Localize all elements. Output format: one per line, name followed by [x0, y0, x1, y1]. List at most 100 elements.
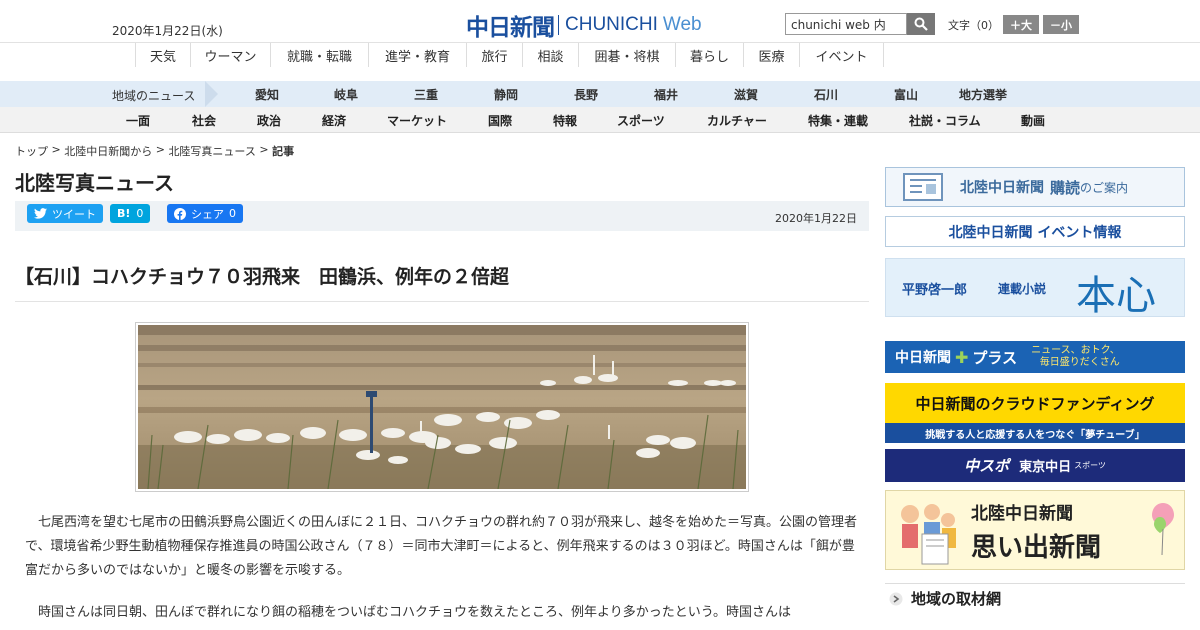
subscription-banner-suffix: のご案内	[1080, 180, 1129, 195]
breadcrumb-link[interactable]: 北陸中日新聞から	[64, 143, 152, 159]
chuspo-tag: スポーツ	[1074, 461, 1106, 470]
breadcrumb-link[interactable]: 北陸写真ニュース	[168, 143, 255, 159]
category-nav-item[interactable]: 特集・連載	[808, 112, 868, 129]
hatena-count: 0	[136, 207, 144, 220]
category-nav-item[interactable]: 社説・コラム	[909, 112, 981, 129]
region-nav-item[interactable]: 長野	[574, 86, 598, 103]
search-icon	[914, 17, 928, 31]
serial-novel-banner[interactable]: 平野啓一郎 連載小説 本心	[885, 258, 1185, 319]
text-size-label: 文字（0）	[948, 19, 999, 32]
category-nav-item[interactable]: 特報	[553, 112, 577, 129]
article-paragraph: 七尾西湾を望む七尾市の田鶴浜野鳥公園近くの田んぼに２１日、コハクチョウの群れ約７…	[25, 515, 858, 578]
service-nav-item[interactable]: イベント	[799, 43, 884, 67]
region-nav-item[interactable]: 滋賀	[734, 86, 758, 103]
hatena-bookmark-button[interactable]: B! 0	[110, 204, 151, 223]
region-nav-item[interactable]: 富山	[894, 86, 918, 103]
facebook-share-label: シェア	[191, 207, 224, 221]
category-nav-item[interactable]: 動画	[1021, 112, 1045, 129]
service-nav-item[interactable]: 囲碁・将棋	[578, 43, 675, 67]
category-nav-item[interactable]: 政治	[257, 112, 281, 129]
region-nav-label: 地域のニュース	[112, 89, 196, 103]
category-nav-item[interactable]: マーケット	[387, 112, 447, 129]
service-nav-item[interactable]: 相談	[522, 43, 578, 67]
site-search	[785, 13, 935, 35]
category-nav-item[interactable]: カルチャー	[707, 112, 767, 129]
service-nav-item[interactable]: 旅行	[466, 43, 522, 67]
crowdfunding-title: 中日新聞のクラウドファンディング	[885, 383, 1185, 423]
logo-japanese: 中日新聞	[466, 14, 555, 41]
region-nav-item[interactable]: 愛知	[255, 86, 279, 103]
category-nav-item[interactable]: スポーツ	[617, 112, 665, 129]
chevron-right-icon	[889, 592, 903, 605]
breadcrumb-current: 記事	[272, 145, 295, 158]
plus-logo: 中日新聞	[895, 350, 951, 366]
plus-name: プラス	[972, 348, 1018, 367]
headline-divider	[15, 301, 869, 302]
plus-tagline-line: ニュース、おトク、	[1031, 345, 1120, 356]
category-nav-item[interactable]: 社会	[192, 112, 216, 129]
chevron-right-icon	[205, 81, 218, 107]
memorial-banner-line1: 北陸中日新聞	[971, 504, 1073, 524]
family-illustration-icon	[901, 504, 956, 565]
novel-series-label: 連載小説	[998, 282, 1047, 296]
text-size-up-button[interactable]: ＋大	[1003, 15, 1039, 34]
hatena-icon: B!	[117, 207, 131, 220]
chunichi-sports-banner[interactable]: 中スポ 東京中日 スポーツ	[885, 449, 1185, 482]
subscription-banner-title: 北陸中日新聞	[960, 180, 1044, 196]
service-nav: 天気 ウーマン 就職・転職 進学・教育 旅行 相談 囲碁・将棋 暮らし 医療 イ…	[0, 42, 1200, 68]
service-nav-item[interactable]: 天気	[135, 43, 190, 67]
tweet-label: ツイート	[52, 207, 96, 221]
memorial-newspaper-banner[interactable]: 北陸中日新聞 思い出新聞	[885, 490, 1185, 570]
breadcrumb-separator: >	[255, 143, 273, 156]
region-nav-item[interactable]: 石川	[814, 86, 838, 103]
text-size-down-button[interactable]: －小	[1043, 15, 1079, 34]
facebook-share-button[interactable]: シェア 0	[167, 204, 243, 223]
event-info-banner[interactable]: 北陸中日新聞 イベント情報	[885, 216, 1185, 247]
region-nav-item[interactable]: 福井	[654, 86, 678, 103]
chunichi-plus-banner[interactable]: 中日新聞 ✚ プラス ニュース、おトク、 毎日盛りだくさん	[885, 341, 1185, 373]
plus-tagline-line: 毎日盛りだくさん	[1039, 357, 1120, 368]
logo-web: Web	[662, 14, 702, 35]
article-photo[interactable]	[135, 322, 749, 492]
category-nav: 一面 社会 政治 経済 マーケット 国際 特報 スポーツ カルチャー 特集・連載…	[0, 107, 1200, 133]
novel-title: 本心	[1076, 273, 1156, 319]
balloon-icon	[1152, 503, 1174, 556]
category-nav-item[interactable]: 国際	[488, 112, 512, 129]
region-nav-item[interactable]: 岐阜	[334, 86, 358, 103]
region-nav-item[interactable]: 三重	[414, 86, 438, 103]
search-input[interactable]	[785, 13, 907, 35]
region-nav-item[interactable]: 地方選挙	[959, 86, 1007, 103]
logo-divider	[558, 15, 559, 35]
service-nav-item[interactable]: 進学・教育	[368, 43, 466, 67]
search-button[interactable]	[907, 13, 935, 35]
page-title: 北陸写真ニュース	[15, 171, 174, 195]
header-date: 2020年1月22日(水)	[112, 24, 223, 38]
newspaper-icon	[903, 173, 943, 201]
breadcrumb-link[interactable]: トップ	[15, 143, 48, 159]
twitter-bird-icon	[34, 208, 47, 219]
section-title: 地域の取材網	[911, 590, 1002, 608]
category-nav-item[interactable]: 一面	[126, 112, 150, 129]
subscription-banner-emphasis: 購読	[1050, 178, 1081, 197]
memorial-banner-line2: 思い出新聞	[971, 533, 1102, 563]
category-nav-item[interactable]: 経済	[322, 112, 346, 129]
regional-network-section: 地域の取材網	[885, 583, 1185, 613]
plus-icon: ✚	[955, 347, 969, 367]
service-nav-item[interactable]: 就職・転職	[270, 43, 368, 67]
chuspo-logo: 中スポ	[964, 457, 1010, 475]
logo-english: CHUNICHI	[565, 14, 658, 35]
crowdfunding-subtitle: 挑戦する人と応援する人をつなぐ「夢チューブ」	[925, 429, 1145, 441]
crowdfunding-banner[interactable]: 中日新聞のクラウドファンディング 挑戦する人と応援する人をつなぐ「夢チューブ」	[885, 383, 1185, 443]
swans-in-rice-field-photo	[138, 325, 746, 489]
share-bar: ツイート B! 0 シェア 0 2020年1月22日	[15, 201, 869, 231]
subscription-banner[interactable]: 北陸中日新聞 購読 のご案内	[885, 167, 1185, 207]
service-nav-item[interactable]: 医療	[743, 43, 799, 67]
plus-tagline: ニュース、おトク、 毎日盛りだくさん	[1031, 345, 1120, 369]
breadcrumb-separator: >	[48, 143, 65, 156]
region-nav-item[interactable]: 静岡	[494, 86, 518, 103]
service-nav-item[interactable]: 暮らし	[675, 43, 743, 67]
service-nav-item[interactable]: ウーマン	[190, 43, 270, 67]
site-logo[interactable]: 中日新聞 CHUNICHI Web	[466, 8, 702, 42]
tweet-button[interactable]: ツイート	[27, 204, 103, 223]
region-nav: 地域のニュース 愛知 岐阜 三重 静岡 長野 福井 滋賀 石川 富山 地方選挙	[0, 81, 1200, 107]
